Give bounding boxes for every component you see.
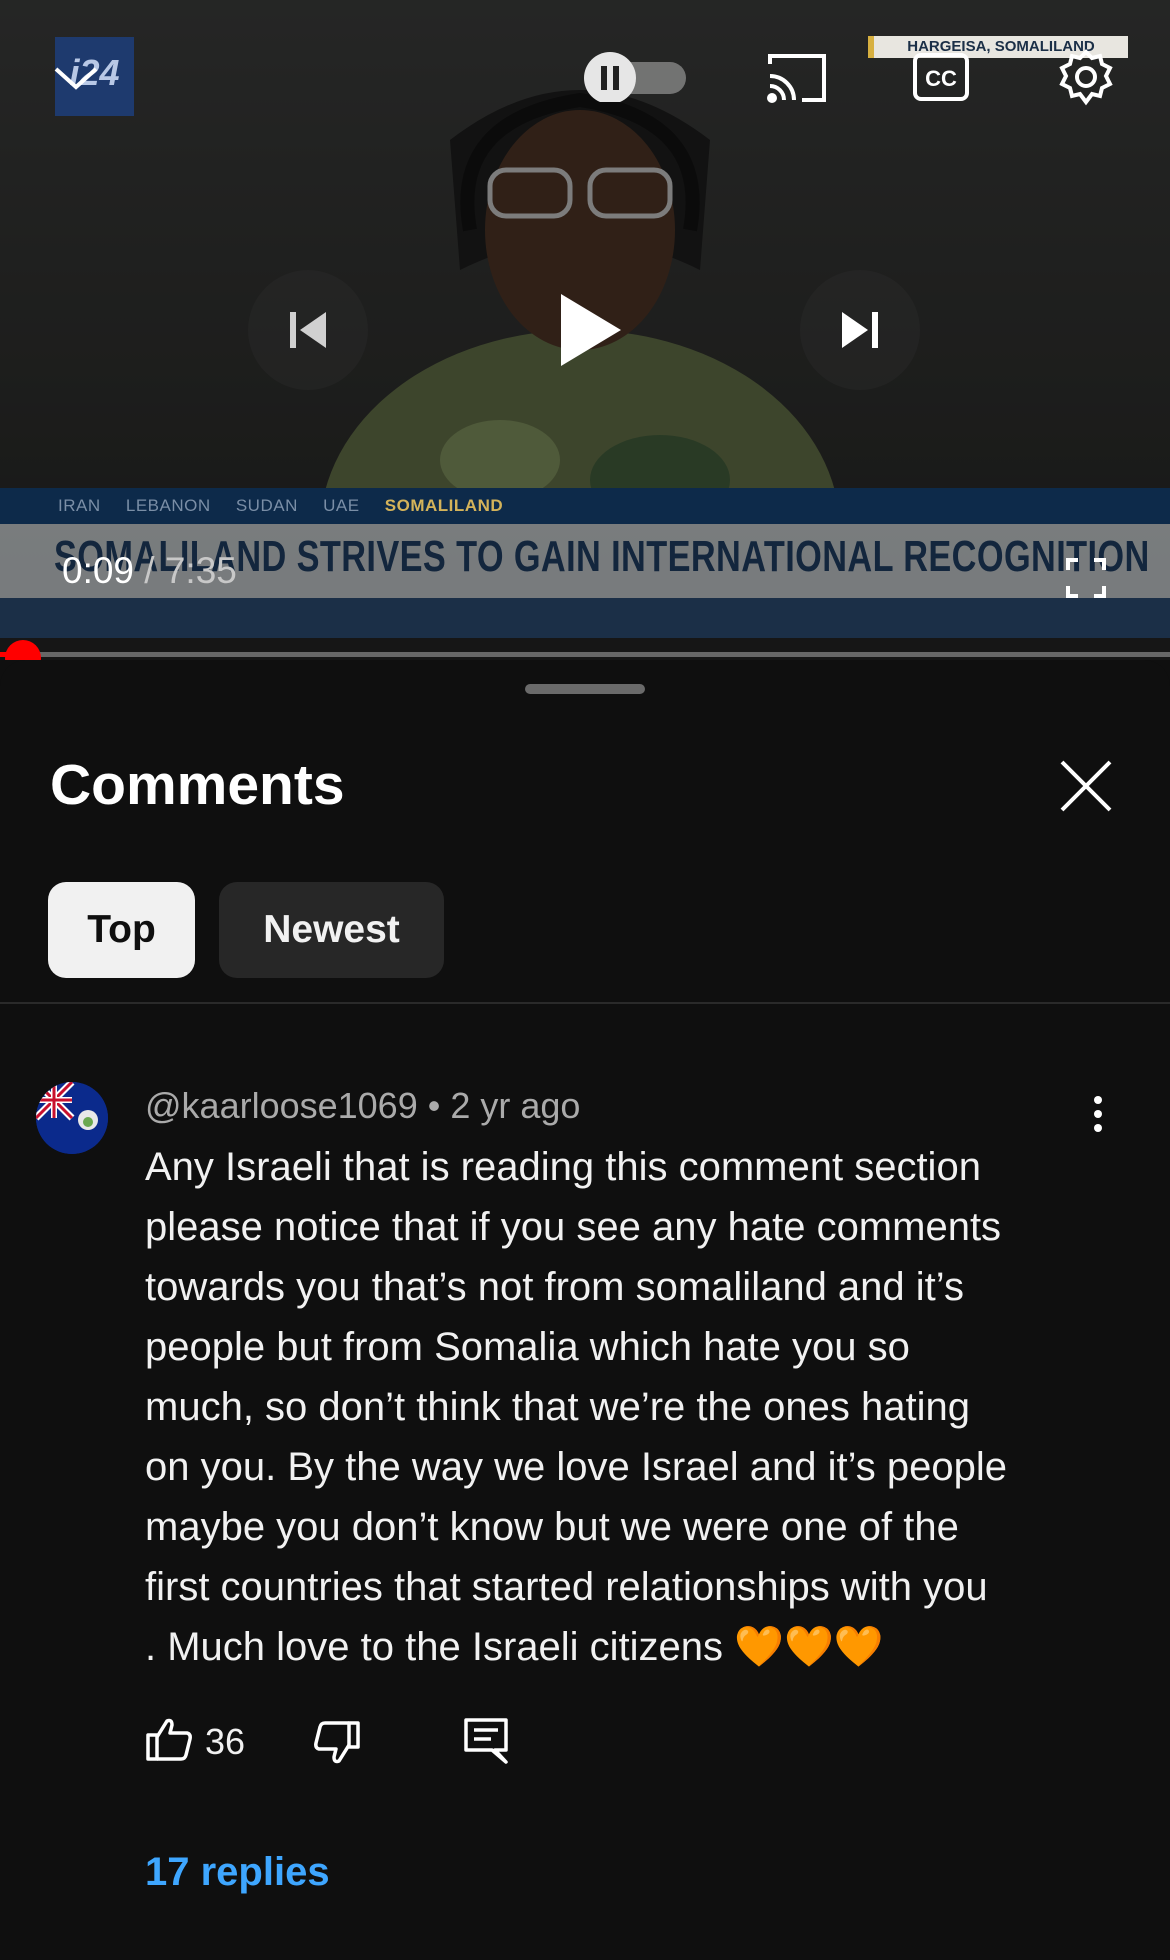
play-icon[interactable] bbox=[540, 280, 640, 380]
ticker-tags: IRAN LEBANON SUDAN UAE SOMALILAND bbox=[58, 496, 523, 516]
reply-icon[interactable] bbox=[463, 1717, 509, 1765]
comments-title: Comments bbox=[50, 753, 345, 817]
ticker-tag: UAE bbox=[323, 496, 360, 515]
ticker-tag: IRAN bbox=[58, 496, 101, 515]
video-duration: / 7:35 bbox=[144, 550, 237, 591]
ticker-tag: SUDAN bbox=[235, 496, 298, 515]
next-icon[interactable] bbox=[800, 270, 920, 390]
close-icon[interactable] bbox=[1050, 750, 1122, 822]
thumbs-up-icon[interactable] bbox=[145, 1715, 193, 1763]
comment-age: 2 yr ago bbox=[450, 1085, 581, 1126]
collapse-chevron-icon[interactable] bbox=[48, 50, 104, 106]
progress-bar[interactable] bbox=[0, 652, 1170, 657]
pause-icon bbox=[601, 66, 607, 90]
sort-tab-top[interactable]: Top bbox=[48, 882, 195, 978]
avatar[interactable] bbox=[36, 1082, 108, 1154]
video-player[interactable]: i24 HARGEISA, SOMALILAND IRAN LEBANON SU… bbox=[0, 0, 1170, 660]
comment-meta: @kaarloose1069 • 2 yr ago bbox=[145, 1085, 580, 1127]
like-count: 36 bbox=[205, 1721, 246, 1762]
autoplay-toggle[interactable] bbox=[580, 52, 690, 102]
captions-icon[interactable]: CC bbox=[912, 50, 970, 104]
svg-text:CC: CC bbox=[925, 66, 957, 91]
view-replies-link[interactable]: 17 replies bbox=[145, 1850, 330, 1895]
sheet-drag-handle[interactable] bbox=[525, 684, 645, 694]
comment-author[interactable]: @kaarloose1069 bbox=[145, 1085, 418, 1126]
comment-text: Any Israeli that is reading this comment… bbox=[145, 1145, 1007, 1669]
ticker-tag-active: SOMALILAND bbox=[384, 496, 504, 515]
current-time: 0:09 bbox=[62, 550, 135, 591]
cast-icon[interactable] bbox=[762, 50, 830, 106]
ticker-strip: IRAN LEBANON SUDAN UAE SOMALILAND bbox=[0, 488, 1170, 524]
sort-tab-newest[interactable]: Newest bbox=[219, 882, 444, 978]
fullscreen-icon[interactable] bbox=[1062, 554, 1110, 602]
settings-gear-icon[interactable] bbox=[1054, 46, 1118, 110]
playback-time: 0:09 / 7:35 bbox=[62, 550, 237, 592]
meta-separator: • bbox=[427, 1085, 441, 1126]
ticker-tag: LEBANON bbox=[125, 496, 211, 515]
lower-third-bar bbox=[0, 598, 1170, 638]
previous-icon[interactable] bbox=[248, 270, 368, 390]
divider bbox=[0, 1002, 1170, 1004]
thumbs-down-icon[interactable] bbox=[313, 1719, 361, 1767]
comment-actions: 36 bbox=[145, 1715, 545, 1775]
